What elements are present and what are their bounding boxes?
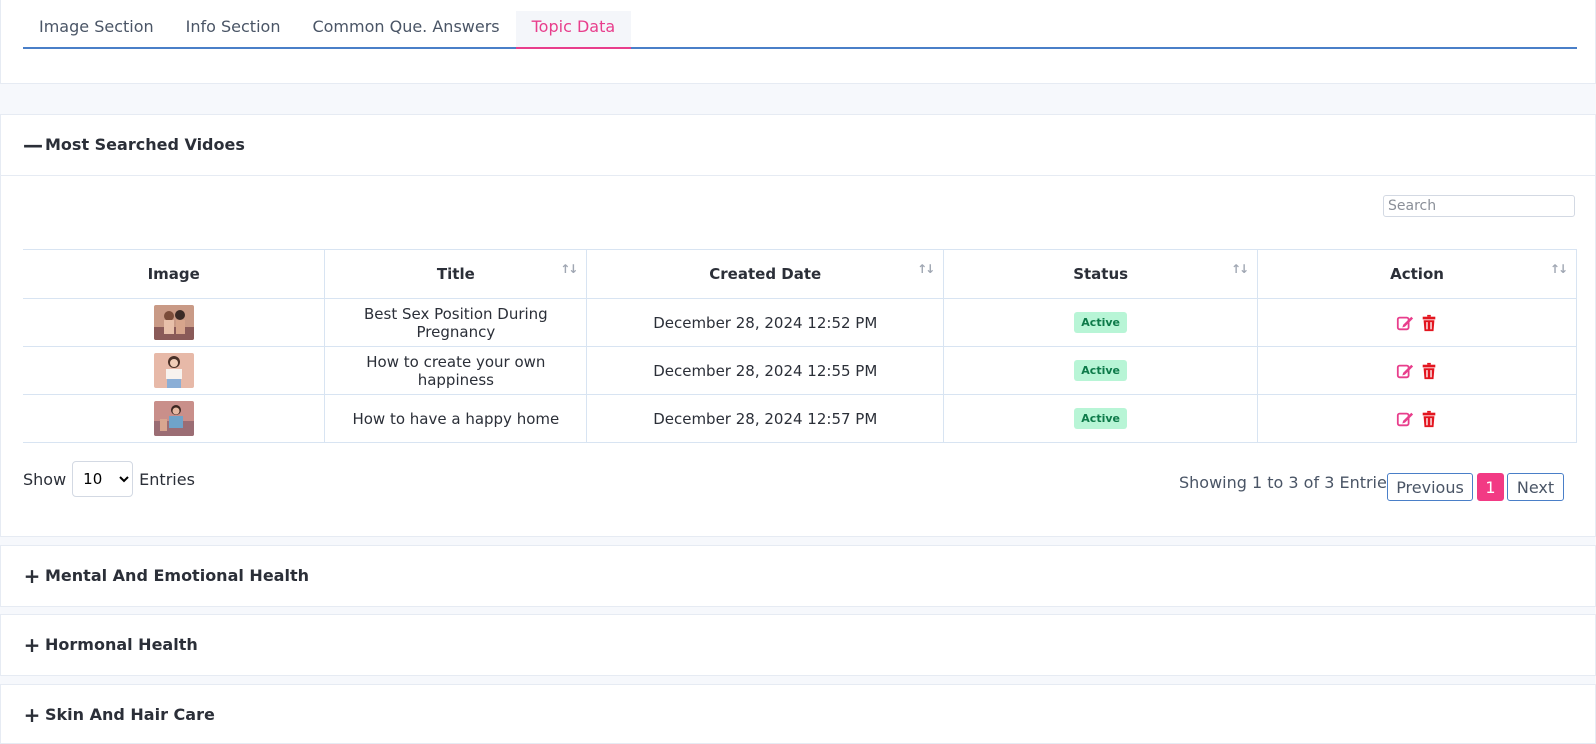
show-label: Show <box>23 469 67 489</box>
mental-emotional-health-section: + Mental And Emotional Health <box>0 545 1596 607</box>
column-header-image[interactable]: Image <box>23 249 326 299</box>
delete-icon[interactable] <box>1420 410 1438 428</box>
video-thumbnail[interactable] <box>153 401 194 436</box>
accordion-header-mental-health[interactable]: + Mental And Emotional Health <box>23 563 309 588</box>
table-header-row: Image Title ↑↓ Created Date ↑↓ Status ↑↓ Ac… <box>23 249 1577 299</box>
row-actions <box>1259 362 1575 380</box>
row-title: How to create your own happiness <box>324 346 588 395</box>
status-badge: Active <box>1074 312 1127 333</box>
row-actions <box>1259 410 1575 428</box>
search-input[interactable] <box>1383 195 1575 217</box>
column-header-action[interactable]: Action ↑↓ <box>1257 249 1577 299</box>
video-thumbnail[interactable] <box>153 305 194 340</box>
section-divider <box>1 175 1596 176</box>
tab-bar: Image Section Info Section Common Que. A… <box>23 11 1577 49</box>
delete-icon[interactable] <box>1420 314 1438 332</box>
column-header-status[interactable]: Status ↑↓ <box>943 249 1259 299</box>
video-thumbnail[interactable] <box>153 353 194 388</box>
edit-icon[interactable] <box>1396 314 1414 332</box>
plus-icon: + <box>23 563 41 588</box>
accordion-header-most-searched[interactable]: — Most Searched Vidoes <box>23 132 245 157</box>
row-created-date: December 28, 2024 12:52 PM <box>586 298 945 347</box>
sort-icon[interactable]: ↑↓ <box>1550 262 1568 276</box>
tab-info-section[interactable]: Info Section <box>170 11 297 47</box>
tab-image-section[interactable]: Image Section <box>23 11 170 47</box>
tab-common-que-answers[interactable]: Common Que. Answers <box>296 11 515 47</box>
page-size-control: Show 10 25 50 100 Entries <box>23 461 195 497</box>
skin-hair-care-section: + Skin And Hair Care <box>0 684 1596 744</box>
pagination-info: Showing 1 to 3 of 3 Entries <box>1179 473 1396 492</box>
delete-icon[interactable] <box>1420 362 1438 380</box>
table-row: Best Sex Position During Pregnancy Decem… <box>23 298 1577 347</box>
row-title: Best Sex Position During Pregnancy <box>324 298 588 347</box>
pagination: Previous 1 Next <box>1387 473 1564 501</box>
sort-icon[interactable]: ↑↓ <box>917 262 935 276</box>
sort-icon[interactable]: ↑↓ <box>560 262 578 276</box>
row-created-date: December 28, 2024 12:57 PM <box>586 394 945 443</box>
accordion-title: Skin And Hair Care <box>45 705 215 724</box>
next-button[interactable]: Next <box>1507 473 1564 501</box>
sort-icon[interactable]: ↑↓ <box>1231 262 1249 276</box>
plus-icon: + <box>23 702 41 727</box>
edit-icon[interactable] <box>1396 362 1414 380</box>
hormonal-health-section: + Hormonal Health <box>0 614 1596 676</box>
accordion-title: Most Searched Vidoes <box>45 135 245 154</box>
page-1-button[interactable]: 1 <box>1477 473 1504 501</box>
column-header-created-date[interactable]: Created Date ↑↓ <box>586 249 945 299</box>
tab-topic-data[interactable]: Topic Data <box>515 11 632 49</box>
table-row: How to create your own happiness Decembe… <box>23 346 1577 395</box>
page-size-select[interactable]: 10 25 50 100 <box>72 461 134 497</box>
accordion-title: Hormonal Health <box>45 635 198 654</box>
edit-icon[interactable] <box>1396 410 1414 428</box>
row-actions <box>1259 314 1575 332</box>
row-created-date: December 28, 2024 12:55 PM <box>586 346 945 395</box>
videos-table: Image Title ↑↓ Created Date ↑↓ Status ↑↓ Ac… <box>23 249 1577 443</box>
accordion-header-skin-hair-care[interactable]: + Skin And Hair Care <box>23 702 215 727</box>
table-row: How to have a happy home December 28, 20… <box>23 394 1577 443</box>
entries-label: Entries <box>139 469 195 489</box>
accordion-title: Mental And Emotional Health <box>45 566 309 585</box>
minus-icon: — <box>23 132 43 157</box>
tabs-card: Image Section Info Section Common Que. A… <box>0 0 1596 84</box>
row-title: How to have a happy home <box>324 394 588 443</box>
most-searched-videos-section: — Most Searched Vidoes Image Title↑↓ Cre… <box>0 114 1596 537</box>
status-badge: Active <box>1074 408 1127 429</box>
plus-icon: + <box>23 632 41 657</box>
status-badge: Active <box>1074 360 1127 381</box>
accordion-header-hormonal-health[interactable]: + Hormonal Health <box>23 632 198 657</box>
previous-button[interactable]: Previous <box>1387 473 1473 501</box>
column-header-title[interactable]: Title ↑↓ <box>324 249 588 299</box>
